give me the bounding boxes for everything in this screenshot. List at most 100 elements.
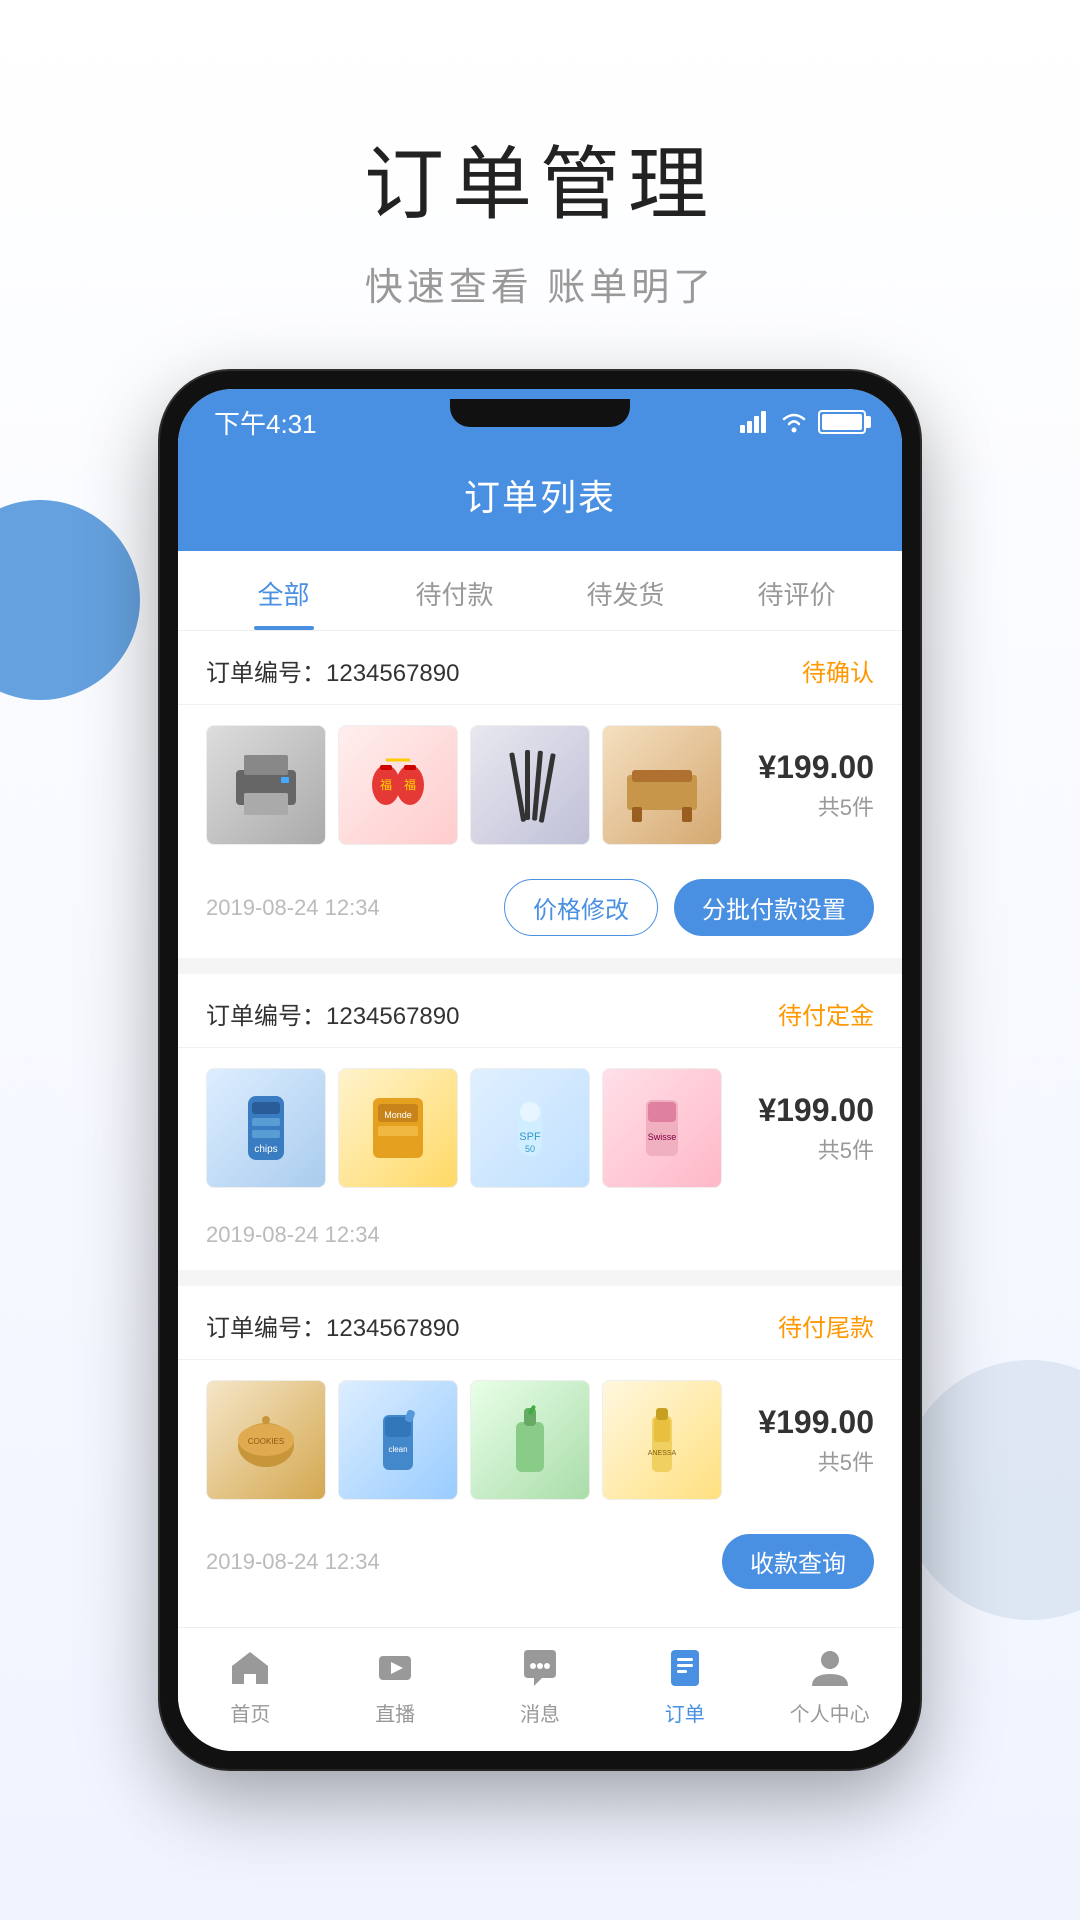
- cleaner-icon: clean: [358, 1400, 438, 1480]
- status-time: 下午4:31: [214, 404, 317, 441]
- product-image: SPF 50: [470, 1068, 590, 1188]
- message-icon: [516, 1644, 564, 1692]
- svg-text:chips: chips: [254, 1144, 277, 1155]
- order-header: 订单编号：1234567890 待付尾款: [178, 1286, 902, 1360]
- nav-message-label: 消息: [520, 1698, 560, 1727]
- phone-notch: [450, 399, 630, 427]
- product-image: [602, 725, 722, 845]
- order-footer: 2019-08-24 12:34: [178, 1208, 902, 1270]
- bg-circle-right: [900, 1360, 1080, 1620]
- order-icon: [661, 1644, 709, 1692]
- order-count: 共5件: [744, 1133, 874, 1165]
- nav-profile[interactable]: 个人中心: [757, 1644, 902, 1727]
- order-status: 待确认: [802, 653, 874, 688]
- order-date: 2019-08-24 12:34: [206, 1549, 380, 1575]
- phone-mockup: 下午4:31: [160, 371, 920, 1769]
- chopsticks-icon: [490, 745, 570, 825]
- order-footer: 2019-08-24 12:34 收款查询: [178, 1520, 902, 1611]
- order-card: 订单编号：1234567890 待付尾款 COOKIES: [178, 1286, 902, 1611]
- page-subtitle: 快速查看 账单明了: [364, 256, 716, 311]
- order-header: 订单编号：1234567890 待付定金: [178, 974, 902, 1048]
- order-actions: 价格修改 分批付款设置: [504, 879, 874, 936]
- svg-text:COOKIES: COOKIES: [248, 1437, 284, 1446]
- app-header-title: 订单列表: [178, 469, 902, 521]
- nav-home[interactable]: 首页: [178, 1644, 323, 1727]
- product-images: COOKIES clean: [206, 1380, 728, 1500]
- printer-icon: [226, 745, 306, 825]
- status-icons: [740, 410, 866, 434]
- tab-pending-ship[interactable]: 待发货: [540, 551, 711, 630]
- svg-text:SPF: SPF: [519, 1131, 541, 1143]
- batch-payment-button[interactable]: 分批付款设置: [674, 879, 874, 936]
- order-list: 订单编号：1234567890 待确认: [178, 631, 902, 1611]
- order-footer: 2019-08-24 12:34 价格修改 分批付款设置: [178, 865, 902, 958]
- order-price-section: ¥199.00 共5件: [744, 1404, 874, 1477]
- medicine-icon: Swisse: [622, 1088, 702, 1168]
- product-image: [206, 725, 326, 845]
- order-number: 订单编号：1234567890: [206, 996, 459, 1031]
- tab-pending-payment[interactable]: 待付款: [369, 551, 540, 630]
- payment-query-button[interactable]: 收款查询: [722, 1534, 874, 1589]
- order-price-section: ¥199.00 共5件: [744, 1092, 874, 1165]
- product-image: ANESSA: [602, 1380, 722, 1500]
- profile-icon: [806, 1644, 854, 1692]
- price-modify-button[interactable]: 价格修改: [504, 879, 658, 936]
- order-price: ¥199.00: [744, 749, 874, 786]
- svg-text:Monde: Monde: [384, 1110, 412, 1120]
- sunscreen-icon: SPF 50: [490, 1088, 570, 1168]
- product-image: [470, 725, 590, 845]
- product-image: clean: [338, 1380, 458, 1500]
- order-products: 福 福: [178, 705, 902, 865]
- tab-all[interactable]: 全部: [198, 551, 369, 630]
- nav-order-label: 订单: [665, 1698, 705, 1727]
- order-number: 订单编号：1234567890: [206, 653, 459, 688]
- product-image: COOKIES: [206, 1380, 326, 1500]
- order-card: 订单编号：1234567890 待付定金 chips: [178, 974, 902, 1270]
- nav-live-label: 直播: [375, 1698, 415, 1727]
- snack-icon: Monde: [358, 1088, 438, 1168]
- svg-text:ANESSA: ANESSA: [648, 1450, 677, 1457]
- order-header: 订单编号：1234567890 待确认: [178, 631, 902, 705]
- phone-screen: 下午4:31: [178, 389, 902, 1751]
- wifi-icon: [780, 411, 808, 433]
- furniture-icon: [622, 745, 702, 825]
- product-image: Monde: [338, 1068, 458, 1188]
- product-image: 福 福: [338, 725, 458, 845]
- home-icon: [226, 1644, 274, 1692]
- svg-text:50: 50: [525, 1144, 535, 1154]
- cookie-icon: COOKIES: [226, 1400, 306, 1480]
- product-image: chips: [206, 1068, 326, 1188]
- signal-icon: [740, 411, 770, 433]
- nav-message[interactable]: 消息: [468, 1644, 613, 1727]
- order-count: 共5件: [744, 790, 874, 822]
- page-title: 订单管理: [364, 120, 716, 236]
- nav-profile-label: 个人中心: [790, 1698, 870, 1727]
- product-image: [470, 1380, 590, 1500]
- lotion-icon: [490, 1400, 570, 1480]
- svg-text:clean: clean: [388, 1445, 407, 1454]
- nav-live[interactable]: 直播: [323, 1644, 468, 1727]
- tabs: 全部 待付款 待发货 待评价: [178, 551, 902, 631]
- nav-order[interactable]: 订单: [612, 1644, 757, 1727]
- order-price: ¥199.00: [744, 1092, 874, 1129]
- chips-icon: chips: [226, 1088, 306, 1168]
- page-header: 订单管理 快速查看 账单明了: [364, 120, 716, 311]
- order-status: 待付定金: [778, 996, 874, 1031]
- product-image: Swisse: [602, 1068, 722, 1188]
- order-card: 订单编号：1234567890 待确认: [178, 631, 902, 958]
- order-date: 2019-08-24 12:34: [206, 1222, 380, 1248]
- svg-text:福: 福: [404, 777, 416, 792]
- bottom-nav: 首页 直播: [178, 1627, 902, 1751]
- serum-icon: ANESSA: [622, 1400, 702, 1480]
- order-price: ¥199.00: [744, 1404, 874, 1441]
- nav-home-label: 首页: [230, 1698, 270, 1727]
- live-icon: [371, 1644, 419, 1692]
- battery-icon: [818, 410, 866, 434]
- product-images: chips Monde: [206, 1068, 728, 1188]
- order-number: 订单编号：1234567890: [206, 1308, 459, 1343]
- product-images: 福 福: [206, 725, 728, 845]
- order-products: COOKIES clean: [178, 1360, 902, 1520]
- lantern-icon: 福 福: [358, 745, 438, 825]
- tab-pending-review[interactable]: 待评价: [711, 551, 882, 630]
- order-price-section: ¥199.00 共5件: [744, 749, 874, 822]
